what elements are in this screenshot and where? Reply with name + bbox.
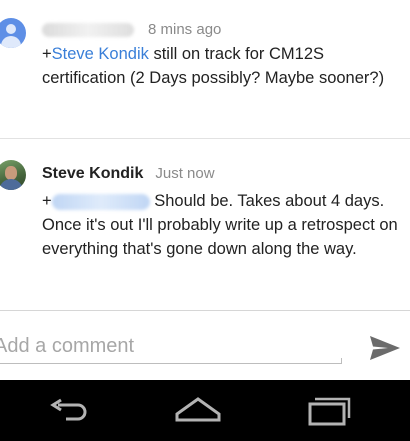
comment-body: +Steve Kondik still on track for CM12S c… xyxy=(42,42,406,90)
avatar-body-shape xyxy=(1,36,21,48)
author-name[interactable]: Steve Kondik xyxy=(42,165,143,182)
comment-item: 8 mins ago +Steve Kondik still on track … xyxy=(0,0,410,138)
comment-divider xyxy=(0,138,410,139)
author-name-redacted[interactable] xyxy=(42,23,134,38)
mention-link[interactable]: Steve Kondik xyxy=(52,45,149,63)
send-icon xyxy=(370,336,400,360)
recents-button[interactable] xyxy=(298,388,358,432)
comment-timestamp: 8 mins ago xyxy=(148,21,222,38)
avatar-head-shape xyxy=(6,24,16,34)
mention-prefix: + xyxy=(42,45,52,63)
back-icon xyxy=(50,398,87,421)
back-button[interactable] xyxy=(38,388,98,432)
comment-composer xyxy=(0,310,410,381)
recents-icon xyxy=(308,397,351,426)
comment-meta: Steve Kondik Just now xyxy=(42,164,215,184)
avatar[interactable] xyxy=(0,18,26,48)
avatar-shirt-shape xyxy=(0,179,23,190)
send-button[interactable] xyxy=(364,331,404,365)
comment-input[interactable] xyxy=(0,331,340,361)
mention-prefix: + xyxy=(42,192,52,210)
mention-link-redacted[interactable] xyxy=(51,193,150,210)
home-icon xyxy=(175,397,221,422)
avatar[interactable] xyxy=(0,160,26,190)
navigation-bar xyxy=(0,380,410,441)
input-underline xyxy=(0,358,342,364)
home-button[interactable] xyxy=(168,388,228,432)
avatar-face-shape xyxy=(5,166,17,180)
comment-timestamp: Just now xyxy=(155,165,215,182)
comment-meta: 8 mins ago xyxy=(42,20,221,40)
comment-body: + Should be. Takes about 4 days. Once it… xyxy=(42,189,406,261)
comment-item: Steve Kondik Just now + Should be. Takes … xyxy=(0,140,410,310)
